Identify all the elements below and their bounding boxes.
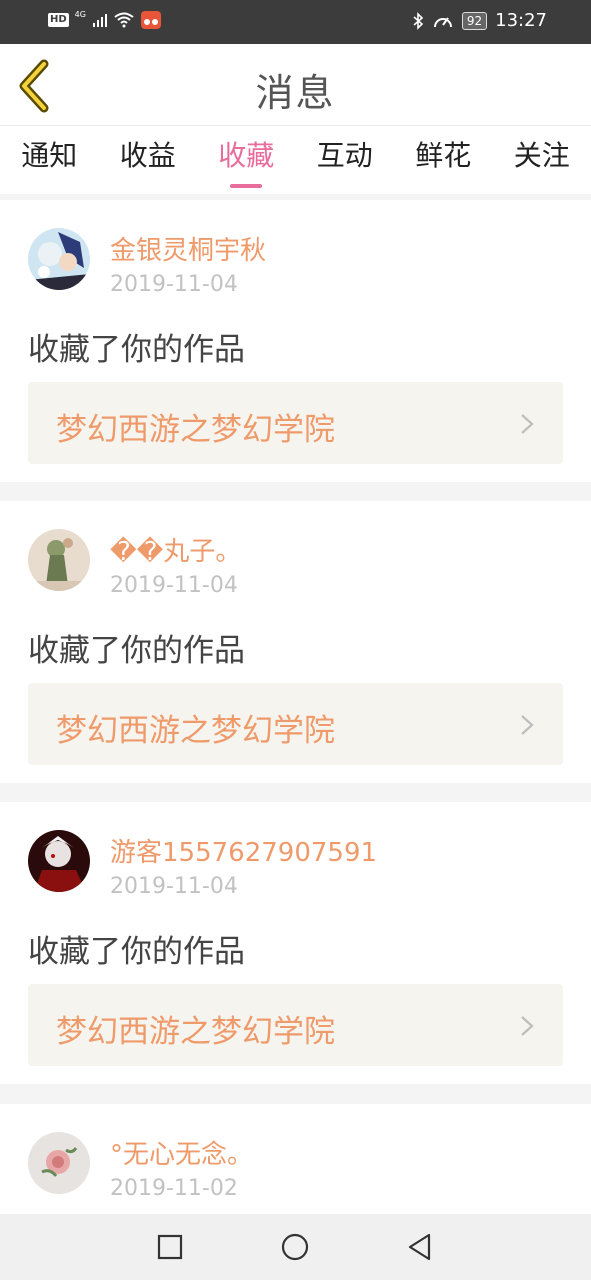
- hd-icon: HD: [48, 13, 69, 27]
- battery-icon: 92: [461, 11, 488, 30]
- message-card: 游客1557627907591 2019-11-04 收藏了你的作品 梦幻西游之…: [0, 802, 591, 1084]
- avatar[interactable]: [28, 529, 90, 591]
- message-date: 2019-11-04: [110, 573, 238, 598]
- work-link[interactable]: 梦幻西游之梦幻学院: [28, 984, 563, 1066]
- tab-interactions[interactable]: 互动: [296, 126, 395, 194]
- recent-apps-icon[interactable]: [155, 1232, 185, 1262]
- tab-favorites[interactable]: 收藏: [197, 126, 296, 194]
- message-date: 2019-11-02: [110, 1176, 238, 1201]
- status-bar: HD 4G 92 13:27: [0, 0, 591, 44]
- message-date: 2019-11-04: [110, 272, 238, 297]
- username[interactable]: °无心无念。: [110, 1134, 253, 1171]
- signal-icon: [92, 14, 107, 27]
- avatar-image: [28, 529, 90, 591]
- work-title: 梦幻西游之梦幻学院: [56, 1014, 335, 1050]
- avatar-image: [28, 830, 90, 892]
- avatar[interactable]: [28, 228, 90, 290]
- username[interactable]: ��丸子。: [110, 531, 241, 568]
- message-date: 2019-11-04: [110, 874, 238, 899]
- speed-icon: [433, 16, 452, 27]
- chevron-right-icon: [521, 1016, 534, 1036]
- system-nav-bar: [0, 1214, 591, 1280]
- username[interactable]: 金银灵桐宇秋: [110, 230, 266, 267]
- status-left: HD 4G: [48, 10, 162, 30]
- work-title: 梦幻西游之梦幻学院: [56, 412, 335, 448]
- status-right: 92 13:27: [412, 10, 547, 31]
- work-link[interactable]: 梦幻西游之梦幻学院: [28, 683, 563, 765]
- bluetooth-icon: [413, 11, 424, 30]
- page-title: 消息: [255, 71, 336, 115]
- header: 消息: [0, 44, 591, 126]
- tab-following[interactable]: 关注: [493, 126, 591, 194]
- clock: 13:27: [495, 10, 547, 31]
- avatar-image: [28, 228, 90, 290]
- wifi-icon: [114, 12, 134, 28]
- username[interactable]: 游客1557627907591: [110, 832, 377, 869]
- app-notification-icon: [140, 11, 161, 29]
- chevron-right-icon: [521, 414, 534, 434]
- action-text: 收藏了你的作品: [28, 934, 245, 970]
- tab-bar: 通知 收益 收藏 互动 鲜花 关注: [0, 126, 591, 194]
- network-type: 4G: [74, 9, 86, 19]
- avatar[interactable]: [28, 1132, 90, 1194]
- action-text: 收藏了你的作品: [28, 633, 245, 669]
- avatar-image: [28, 1132, 90, 1194]
- work-title: 梦幻西游之梦幻学院: [56, 713, 335, 749]
- tab-flowers[interactable]: 鲜花: [394, 126, 493, 194]
- chevron-right-icon: [521, 715, 534, 735]
- avatar[interactable]: [28, 830, 90, 892]
- home-icon[interactable]: [280, 1232, 310, 1262]
- message-card: 金银灵桐宇秋 2019-11-04 收藏了你的作品 梦幻西游之梦幻学院: [0, 200, 591, 482]
- work-link[interactable]: 梦幻西游之梦幻学院: [28, 382, 563, 464]
- message-card: °无心无念。 2019-11-02: [0, 1104, 591, 1224]
- back-nav-icon[interactable]: [405, 1232, 435, 1262]
- action-text: 收藏了你的作品: [28, 332, 245, 368]
- message-card: ��丸子。 2019-11-04 收藏了你的作品 梦幻西游之梦幻学院: [0, 501, 591, 783]
- tab-notifications[interactable]: 通知: [0, 126, 99, 194]
- tab-earnings[interactable]: 收益: [99, 126, 198, 194]
